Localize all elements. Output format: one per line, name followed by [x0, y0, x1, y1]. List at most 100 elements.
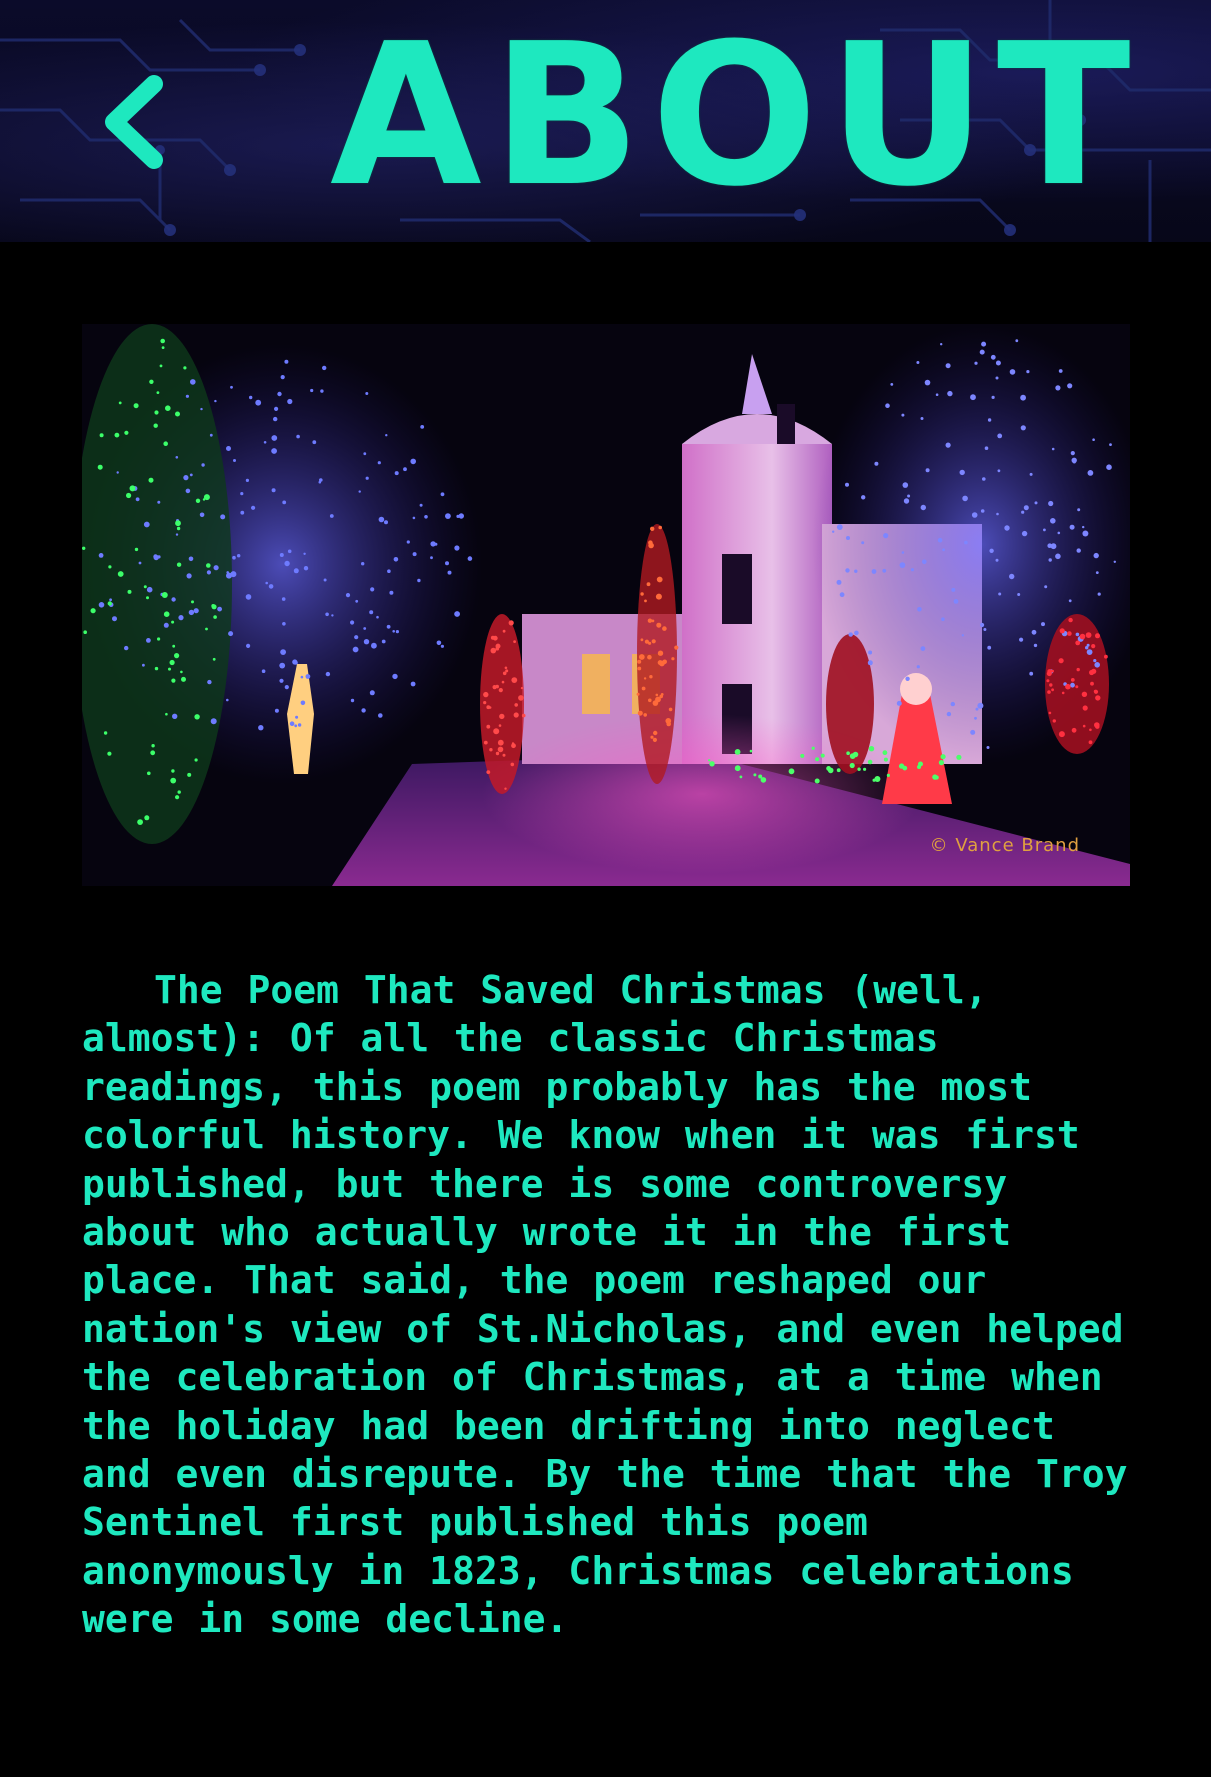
light-dot: [387, 569, 391, 573]
light-dot: [499, 713, 505, 720]
light-dot: [176, 562, 182, 567]
light-dot: [107, 751, 112, 756]
light-dot: [294, 660, 298, 665]
light-dot: [284, 359, 289, 364]
light-dot: [98, 602, 105, 608]
light-dot: [371, 642, 377, 649]
light-dot: [1048, 558, 1052, 562]
light-dot: [1106, 464, 1112, 470]
light-dot: [392, 673, 398, 680]
light-dot: [497, 746, 504, 753]
light-dot: [424, 515, 428, 519]
light-dot: [395, 630, 399, 634]
light-dot: [146, 638, 151, 643]
light-dot: [800, 753, 805, 758]
light-dot: [157, 637, 161, 641]
light-dot: [226, 446, 231, 451]
light-dot: [419, 503, 423, 507]
light-dot: [657, 650, 664, 656]
light-dot: [977, 702, 984, 709]
light-dot: [987, 418, 992, 422]
light-dot: [815, 757, 820, 762]
light-dot: [322, 365, 327, 371]
light-dot: [157, 500, 161, 504]
light-dot: [651, 619, 655, 623]
light-dot: [1082, 724, 1086, 728]
light-dot: [171, 678, 176, 683]
light-dot: [213, 565, 219, 571]
light-dot: [245, 594, 252, 600]
light-dot: [295, 715, 299, 719]
light-dot: [510, 762, 515, 767]
light-dot: [920, 417, 924, 420]
light-dot: [489, 748, 493, 752]
light-dot: [129, 485, 136, 492]
light-dot: [493, 728, 500, 735]
light-dot: [171, 597, 176, 602]
light-dot: [261, 669, 266, 673]
light-dot: [659, 660, 665, 667]
light-dot: [656, 622, 662, 628]
light-dot: [1067, 383, 1073, 389]
light-dot: [953, 599, 959, 604]
light-dot: [846, 536, 850, 540]
light-dot: [709, 761, 715, 767]
light-dot: [175, 520, 181, 527]
light-dot: [1091, 668, 1097, 674]
light-dot: [820, 753, 825, 758]
light-dot: [991, 395, 995, 399]
light-dot: [655, 696, 661, 703]
light-dot: [226, 698, 229, 702]
light-dot: [240, 510, 245, 515]
light-dot: [436, 640, 442, 646]
light-dot: [1087, 470, 1094, 476]
light-dot: [369, 690, 375, 696]
light-dot: [502, 753, 506, 757]
light-dot: [734, 749, 741, 755]
light-dot: [513, 712, 519, 718]
light-dot: [922, 559, 927, 565]
light-dot: [271, 435, 278, 441]
light-dot: [898, 763, 905, 769]
light-dot: [160, 338, 165, 344]
light-dot: [867, 660, 873, 666]
light-dot: [420, 425, 425, 429]
light-dot: [998, 592, 1002, 596]
light-dot: [674, 645, 679, 650]
light-dot: [1082, 525, 1085, 529]
light-dot: [355, 599, 359, 603]
light-dot: [181, 676, 186, 682]
light-dot: [1033, 643, 1038, 648]
light-dot: [410, 681, 416, 687]
light-dot: [282, 500, 287, 505]
light-dot: [1058, 658, 1064, 664]
light-dot: [392, 630, 396, 633]
photo-credit: © Vance Brand: [929, 835, 1080, 856]
light-dot: [1090, 681, 1094, 686]
light-dot: [995, 376, 999, 380]
light-dot: [412, 552, 417, 557]
light-dot: [137, 819, 143, 825]
light-dot: [1058, 369, 1063, 373]
light-dot: [486, 770, 491, 774]
back-button[interactable]: [96, 72, 176, 172]
light-dot: [867, 759, 873, 765]
hero-image: © Vance Brand: [82, 324, 1130, 886]
light-dot: [279, 553, 284, 557]
light-dot: [836, 524, 843, 530]
light-dot: [107, 601, 112, 606]
light-dot: [1020, 425, 1026, 431]
light-dot: [1034, 501, 1038, 505]
light-dot: [1021, 530, 1028, 537]
light-dot: [159, 364, 163, 368]
light-dot: [183, 475, 189, 481]
light-dot: [116, 471, 119, 474]
light-dot: [144, 815, 150, 821]
light-dot: [175, 456, 179, 459]
light-dot: [1097, 592, 1101, 596]
light-dot: [643, 713, 647, 717]
light-dot: [303, 552, 306, 555]
light-dot: [467, 556, 473, 561]
light-dot: [885, 403, 890, 408]
light-dot: [997, 469, 1001, 473]
